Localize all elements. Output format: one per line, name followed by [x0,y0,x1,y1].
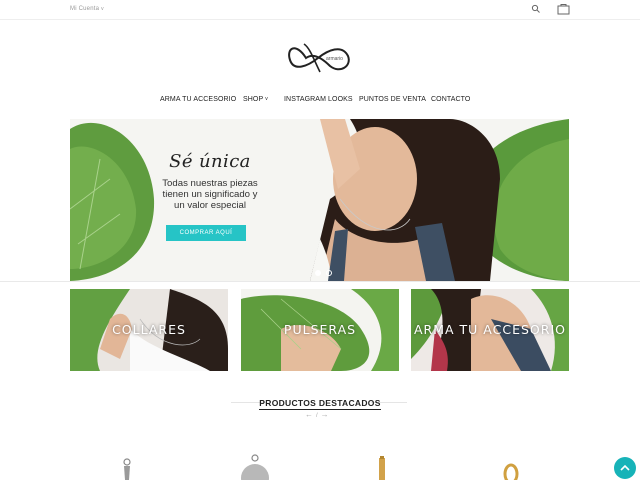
category-label: ARMA TU ACCESORIO [414,322,566,337]
chevron-up-icon [620,464,630,471]
nav-item-label: INSTAGRAM LOOKS [284,96,353,103]
nav-item-label: SHOP [243,96,264,103]
scroll-to-top-button[interactable] [614,457,636,479]
slider-dot[interactable] [326,270,332,276]
hero-image [70,119,569,281]
slider-dot-active[interactable] [315,270,321,276]
account-menu[interactable]: Mi Cuenta v [70,6,104,12]
hero-subtitle-line: Todas nuestras piezas [162,178,258,189]
category-pulseras[interactable]: PULSERAS [241,289,399,371]
nav-item-label: PUNTOS DE VENTA [359,96,426,103]
chevron-down-icon: v [265,96,268,102]
top-bar: Mi Cuenta v [0,0,640,20]
nav-item-label: CONTACTO [431,96,471,103]
hero-slider[interactable]: Sé única Todas nuestras piezas tienen un… [70,119,569,281]
carousel-controls: ← / → [305,410,329,419]
chevron-down-icon: v [101,6,104,12]
arrow-right-icon[interactable]: → [321,410,329,419]
section-divider [0,281,640,282]
arrow-left-icon[interactable]: ← [305,410,313,419]
hero-copy: Sé única Todas nuestras piezas tienen un… [154,151,266,211]
brand-logo[interactable] [284,38,354,78]
product-image-gold-bar[interactable] [367,452,397,480]
category-collares[interactable]: COLLARES [70,289,228,371]
nav-item-label: ARMA TU ACCESORIO [160,96,237,103]
nav-item-arma-tu-accesorio[interactable]: ARMA TU ACCESORIO [160,96,236,103]
nav-item-contacto[interactable]: CONTACTO [431,96,470,103]
product-image-charm[interactable] [112,452,142,480]
shop-now-button[interactable]: COMPRAR AQUÍ [166,225,246,241]
hero-title: Sé única [169,151,251,172]
hero-subtitle-line: tienen un significado y [162,189,258,200]
shopping-bag-icon[interactable] [557,3,570,15]
product-image-medallion[interactable] [240,452,270,480]
featured-title-text: PRODUCTOS DESTACADOS [259,398,381,410]
nav-item-instagram-looks[interactable]: INSTAGRAM LOOKS [284,96,353,103]
account-label: Mi Cuenta [70,6,100,12]
category-label: PULSERAS [283,322,357,337]
category-label: COLLARES [112,322,186,337]
hero-subtitle-line: un valor especial [174,200,246,211]
nav-item-shop[interactable]: SHOP v [243,96,268,103]
product-image-gold-ring[interactable] [496,452,526,480]
brand-logo-text: armario [326,56,343,62]
carousel-separator: / [316,413,318,419]
main-nav: ARMA TU ACCESORIO SHOP v INSTAGRAM LOOKS … [0,96,640,108]
nav-item-puntos-de-venta[interactable]: PUNTOS DE VENTA [359,96,426,103]
search-icon[interactable] [531,4,541,14]
category-arma-tu-accesorio[interactable]: ARMA TU ACCESORIO [411,289,569,371]
featured-title: PRODUCTOS DESTACADOS [0,398,640,410]
